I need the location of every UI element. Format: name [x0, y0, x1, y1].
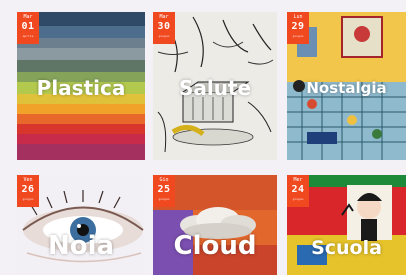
card-title: Noia [47, 231, 115, 261]
date-badge: Mar 30 giugno [153, 12, 175, 44]
article-card-scuola[interactable]: Mer 24 giugno Scuola [287, 175, 406, 275]
badge-month: giugno [292, 197, 304, 201]
card-title: Nostalgia [306, 79, 387, 97]
badge-day-number: 01 [21, 21, 35, 32]
card-title: Salute [178, 76, 252, 100]
article-card-salute[interactable]: Mar 30 giugno Salute [153, 12, 277, 160]
card-title: Scuola [311, 237, 382, 259]
badge-month: giugno [158, 34, 170, 38]
article-card-noia[interactable]: Ven 26 giugno Noia [17, 175, 145, 275]
badge-month: giugno [292, 34, 304, 38]
article-card-nostalgia[interactable]: Lun 29 giugno Nostalgia [287, 12, 406, 160]
badge-weekday: Lun [293, 14, 303, 20]
date-badge: Gio 25 giugno [153, 175, 175, 207]
badge-month: aprile [22, 34, 34, 38]
badge-weekday: Mar [159, 14, 169, 20]
date-badge: Mer 24 giugno [287, 175, 309, 207]
badge-month: giugno [158, 197, 170, 201]
card-title: Cloud [173, 231, 257, 261]
badge-day-number: 25 [157, 184, 171, 195]
badge-weekday: Mar [23, 14, 33, 20]
badge-day-number: 26 [21, 184, 35, 195]
article-card-plastica[interactable]: Mar 01 aprile Plastica [17, 12, 145, 160]
article-card-cloud[interactable]: Gio 25 giugno Cloud [153, 175, 277, 275]
badge-weekday: Ven [23, 177, 33, 183]
badge-weekday: Gio [159, 177, 169, 183]
badge-day-number: 30 [157, 21, 171, 32]
badge-day-number: 29 [291, 21, 305, 32]
date-badge: Mar 01 aprile [17, 12, 39, 44]
badge-month: giugno [22, 197, 34, 201]
date-badge: Lun 29 giugno [287, 12, 309, 44]
date-badge: Ven 26 giugno [17, 175, 39, 207]
badge-day-number: 24 [291, 184, 305, 195]
badge-weekday: Mer [293, 177, 303, 183]
card-title: Plastica [36, 76, 126, 100]
